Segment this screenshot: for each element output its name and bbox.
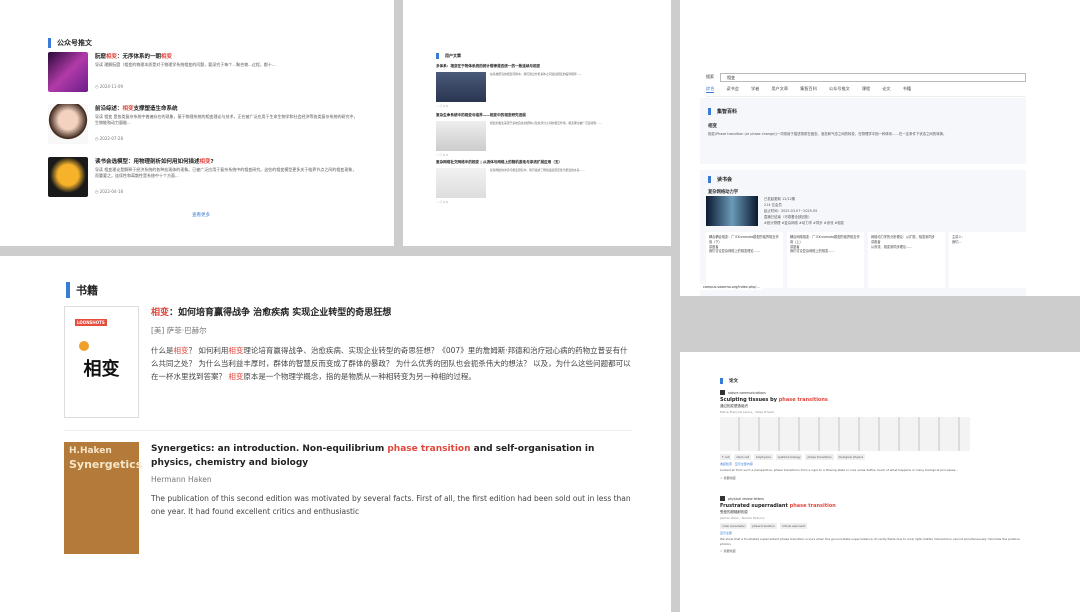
item-image	[436, 72, 486, 102]
item-title[interactable]: 复杂生命系统中的相变与临界——相变中的相变研究进展	[436, 113, 642, 118]
encyclopedia-entry[interactable]: 相变	[708, 123, 1018, 129]
article-thumbnail	[48, 104, 88, 144]
search-bar: 搜索 相变	[706, 72, 1026, 82]
section-title: 读书会	[708, 176, 1018, 183]
paper-link[interactable]: 收起检索 · 显示全部内容	[720, 462, 1020, 466]
journal-icon	[720, 496, 725, 501]
paper-figure	[720, 417, 970, 451]
section-title: 书籍	[66, 282, 98, 298]
panel-user-articles: 用户文章 多体系：相变在于物体系统的统计规律是否统一的一致连续与相变 在系统研究…	[403, 0, 671, 246]
paper-item[interactable]: nature communications Sculpting tissues …	[720, 390, 1020, 480]
journal-icon	[720, 390, 725, 395]
tab-papers[interactable]: 论文	[882, 86, 890, 93]
paper-journal: nature communications	[720, 390, 1020, 395]
section-title: 用户文章	[436, 53, 461, 59]
reading-club-image[interactable]	[706, 196, 758, 226]
item-actions[interactable]: ♡ ☐ 0 0	[436, 200, 642, 204]
paper-tags: T cell stem cell biophysics systems biology…	[720, 454, 866, 460]
book-author: [美] 萨菲·巴赫尔	[151, 326, 207, 335]
tab-scholars[interactable]: 学者	[751, 86, 759, 93]
search-input[interactable]: 相变	[720, 72, 1026, 82]
paper-title[interactable]: Sculpting tissues by phase transitions	[720, 397, 1020, 403]
session-card[interactable]: 网络动力学的分析理论：从扩散、相变到同步 讲座者 从渗流、相变到同步理论……	[868, 232, 945, 288]
encyclopedia-desc: 相变(Phase transition (or phase change))一词…	[708, 132, 947, 136]
article-date: ◷ 2024-11-09	[95, 84, 124, 89]
divider	[64, 430, 632, 431]
tab-wechat[interactable]: 公众号推文	[829, 86, 850, 93]
panel-wechat-articles: 公众号推文 朊窟相变：无序体系的一朝相变 导读 理解朊窟（相变的物理本质是对于物…	[0, 0, 394, 246]
item-image	[436, 168, 486, 198]
session-cards: 耦合耦合相变：广义Kuramoto模型的临界相互作用（下） 讲座者 我们讨论复杂网络…	[706, 232, 1026, 288]
article-title[interactable]: 朊窟相变：无序体系的一朝相变	[95, 52, 172, 60]
tab-user-articles[interactable]: 用户文章	[771, 86, 788, 93]
article-desc: 导读 理解朊窟（相变的物理本质是对于物理学系统相变的问题，要深究于每个...聚合…	[95, 62, 276, 67]
paper-abstract: We show that a frustrated superradiant p…	[720, 537, 1020, 546]
tab-reading-club[interactable]: 读书会	[726, 86, 739, 93]
book-title[interactable]: 相变：如何培育赢得战争 治愈疾病 实现企业转型的奇思狂想	[151, 306, 634, 320]
session-card[interactable]: 主讲人： 我们...	[949, 232, 1026, 288]
item-text: 在系统研究的相变问题中，我们通过分析多体之间连接相变的临界规律……	[490, 72, 583, 76]
book-title[interactable]: Synergetics: an introduction. Non-equili…	[151, 442, 634, 470]
item-image	[436, 121, 486, 151]
article-title[interactable]: 前沿综述：相变支撑塑造生命系统	[95, 104, 178, 112]
reading-club-name[interactable]: 复杂网络动力学	[708, 189, 1018, 195]
paper-item[interactable]: physical review letters Frustrated super…	[720, 496, 1020, 553]
paper-title-cn: 受挫的超辐射相变	[720, 510, 748, 514]
panel-papers: 论文 nature communications Sculpting tissu…	[680, 352, 1080, 612]
item-text: 复杂网络的渗流与相变研究中，我们描述了网络连接稳定性与相变的关系……	[490, 168, 586, 172]
favorite-button[interactable]: ☆ 我要收藏	[720, 549, 1020, 553]
item-text: 相变的发生来源于系统自身的结构以及各部分之间的相互作用，相变理论被广泛运用到……	[490, 121, 602, 125]
paper-title-cn: 通过相变塑造组织	[720, 404, 748, 408]
article-title[interactable]: 读书会选模型：用物理剖析如何用如何描述相变?	[95, 157, 214, 165]
article-thumbnail	[48, 52, 88, 92]
session-card[interactable]: 耦合网络相变：广义Kuramoto模型的临界相互作用（上） 讲座者 我们讨论复杂网络…	[787, 232, 864, 288]
search-tabs: 综合 读书会 学者 用户文章 集智百科 公众号推文 课程 论文 书籍	[706, 86, 1026, 97]
encyclopedia-box: 集智百科 相变 相变(Phase transition (or phase ch…	[700, 98, 1026, 164]
paper-abstract: Looked at from such a perspective, phase…	[720, 468, 959, 472]
panel-books: 书籍 LOONSHOTS 相变 相变：如何培育赢得战争 治愈疾病 实现企业转型的…	[0, 256, 671, 612]
list-item[interactable]: 复杂生命系统中的相变与临界——相变中的相变研究进展 相变的发生来源于系统自身的结…	[436, 113, 642, 157]
paper-authors: Jianhui Zhao，Nicolai Fedorov	[720, 516, 765, 520]
paper-link[interactable]: 显示全部	[720, 531, 1020, 535]
article-date: ◷ 2022-04-18	[95, 189, 124, 194]
tab-books[interactable]: 书籍	[903, 86, 911, 93]
search-label: 搜索	[706, 74, 714, 79]
paper-authors: Pierre-François Lenne，Vikas Trivedi	[720, 410, 774, 414]
favorite-button[interactable]: ☆ 我要收藏	[720, 476, 1020, 480]
book-author: Hermann Haken	[151, 475, 212, 484]
section-title: 公众号推文	[48, 38, 92, 48]
tab-wiki[interactable]: 集智百科	[800, 86, 817, 93]
item-title[interactable]: 复杂网络社交网络中的相变 | 从流体与网络上的随机游走与渗流扩展应用（五）	[436, 160, 642, 165]
book-desc: 什么是相变？ 如何利用相变理论培育赢得战争、治愈疾病、实现企业转型的奇思狂想？《…	[151, 346, 631, 381]
item-actions[interactable]: ♡ ☐ 0 0	[436, 153, 642, 157]
reading-club-meta: 已发起更新 12/12期 214 位会员 起止时间：2025.03.07~202…	[764, 197, 845, 225]
section-title: 集智百科	[708, 108, 1018, 115]
paper-tags: order parameter phase transition critical …	[720, 523, 808, 529]
book-item[interactable]: H.Haken Synergetics Synergetics: an intr…	[64, 442, 634, 557]
tab-all[interactable]: 综合	[706, 86, 715, 93]
book-desc: The publication of this second edition w…	[151, 494, 631, 516]
list-item[interactable]: 复杂网络社交网络中的相变 | 从流体与网络上的随机游走与渗流扩展应用（五） 复杂…	[436, 160, 642, 204]
book-item[interactable]: LOONSHOTS 相变 相变：如何培育赢得战争 治愈疾病 实现企业转型的奇思狂…	[64, 306, 634, 421]
item-actions[interactable]: ♡ ☐ 0 0	[436, 104, 642, 108]
section-title: 论文	[720, 378, 738, 384]
paper-title[interactable]: Frustrated superradiant phase transition	[720, 503, 1020, 509]
item-title[interactable]: 多体系：相变在于物体系统的统计规律是否统一的一致连续与相变	[436, 64, 642, 69]
paper-journal: physical review letters	[720, 496, 1020, 501]
article-desc: 导读 相变理论是解释于经济系统的各种宏观体的现象。已被广泛应用于复杂系统中的相变…	[95, 167, 357, 179]
list-item[interactable]: 多体系：相变在于物体系统的统计规律是否统一的一致连续与相变 在系统研究的相变问题…	[436, 64, 642, 108]
article-thumbnail	[48, 157, 88, 197]
more-link[interactable]: 查看更多	[192, 212, 210, 218]
tab-courses[interactable]: 课程	[862, 86, 870, 93]
panel-search-overview: 搜索 相变 综合 读书会 学者 用户文章 集智百科 公众号推文 课程 论文 书籍…	[680, 0, 1080, 296]
article-desc: 导读 相变 是各类复杂系统中普遍存在的现象，基于物理系统的相变理论与技术，正在被…	[95, 114, 358, 126]
status-url: campus.swarma.org/index.php/...	[700, 284, 763, 290]
article-date: ◷ 2022-07-28	[95, 136, 124, 141]
book-cover[interactable]: LOONSHOTS 相变	[64, 306, 139, 418]
book-cover[interactable]: H.Haken Synergetics	[64, 442, 142, 554]
session-card[interactable]: 耦合耦合相变：广义Kuramoto模型的临界相互作用（下） 讲座者 我们讨论复杂网络…	[706, 232, 783, 288]
